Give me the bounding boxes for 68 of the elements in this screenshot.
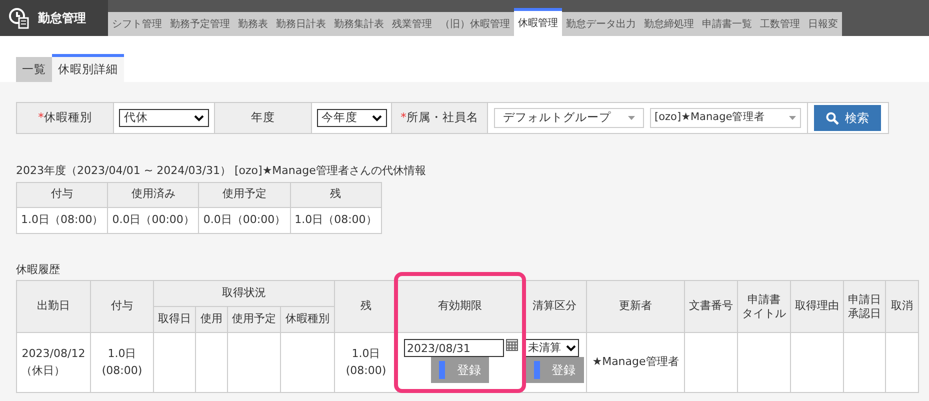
nav-tab[interactable]: 勤怠データ出力 xyxy=(562,12,640,36)
column-header: 申請日 承認日 xyxy=(844,280,886,332)
register-button[interactable]: 登録 xyxy=(431,357,489,383)
column-header: 付与 xyxy=(16,182,108,207)
column-header: 取消 xyxy=(886,280,918,332)
search-icon xyxy=(826,112,839,124)
nav-tab[interactable]: 勤怠締処理 xyxy=(640,12,698,36)
nav-tab[interactable]: 残業管理 xyxy=(388,12,436,36)
column-header: 使用予定 xyxy=(198,182,290,207)
search-button[interactable]: 検索 xyxy=(814,105,881,131)
column-header: 使用 xyxy=(196,306,228,332)
caret-icon xyxy=(194,114,204,122)
nav-tab[interactable]: 勤務予定管理 xyxy=(166,12,234,36)
year-select[interactable]: 今年度 xyxy=(316,109,386,127)
nav-tab[interactable]: 勤務集計表 xyxy=(330,12,388,36)
column-header: 使用済み xyxy=(108,182,199,207)
column-header: 休暇種別 xyxy=(280,306,334,332)
table-cell: 2023/08/12 （休日） xyxy=(16,332,90,392)
sub-tab[interactable]: 休暇別詳細 xyxy=(52,54,124,82)
filter-label: 所属・社員名 xyxy=(406,109,478,126)
group-select[interactable]: デフォルトグループ xyxy=(494,108,644,128)
register-button[interactable]: 登録 xyxy=(526,357,584,383)
nav-tab[interactable]: 申請書一覧 xyxy=(698,12,756,36)
column-header: 取得理由 xyxy=(790,280,844,332)
column-header: 付与 xyxy=(90,280,154,332)
nav-tab[interactable]: シフト管理 xyxy=(108,12,166,36)
nav-tab[interactable]: 勤務日計表 xyxy=(272,12,330,36)
caret-icon xyxy=(789,116,796,120)
history-heading: 休暇履歴 xyxy=(16,262,61,278)
nav-tab[interactable]: 勤務表 xyxy=(234,12,272,36)
table-cell: 1.0日 (08:00) xyxy=(90,332,154,392)
column-header: 使用予定 xyxy=(227,306,281,332)
caret-icon xyxy=(628,116,635,120)
calendar-icon[interactable] xyxy=(506,339,518,351)
leave-type-select[interactable]: 代休 xyxy=(119,109,209,127)
column-header: 文書番号 xyxy=(684,280,738,332)
filter-label: 年度 xyxy=(251,109,275,126)
column-header: 更新者 xyxy=(586,280,684,332)
table-cell: 0.0日（00:00） xyxy=(108,207,199,233)
expiry-date-field[interactable]: 2023/08/31 xyxy=(404,339,504,357)
filter-label: 休暇種別 xyxy=(44,109,92,126)
column-header: 取得日 xyxy=(154,306,196,332)
caret-icon xyxy=(566,344,576,352)
table-cell: 1.0日（08:00） xyxy=(16,207,108,233)
button-accent xyxy=(534,361,540,379)
settlement-select[interactable]: 未清算 xyxy=(525,339,579,357)
employee-select[interactable]: [ozo]★Manage管理者 xyxy=(650,108,801,128)
table-cell: ★Manage管理者 xyxy=(586,332,684,392)
nav-tab[interactable]: 工数管理 xyxy=(756,12,804,36)
nav-tab[interactable]: （旧）休暇管理 xyxy=(436,12,514,36)
caret-icon xyxy=(372,114,382,122)
column-header: 申請書 タイトル xyxy=(738,280,790,332)
nav-tab[interactable]: 日報変 xyxy=(804,12,842,36)
column-header: 残 xyxy=(290,182,382,207)
table-cell: 1.0日（08:00） xyxy=(290,207,382,233)
table-cell: 0.0日（00:00） xyxy=(198,207,290,233)
required-mark: * xyxy=(38,109,44,126)
column-header: 出勤日 xyxy=(16,280,90,332)
app-title: 勤怠管理 xyxy=(38,10,86,27)
summary-heading: 2023年度（2023/04/01 ~ 2024/03/31） [ozo]★Manage管理者さんの代休情報 xyxy=(16,163,427,179)
table-cell: 1.0日 (08:00) xyxy=(334,332,398,392)
clock-document-icon xyxy=(8,7,30,29)
required-mark: * xyxy=(400,109,406,126)
column-header: 取得状況 xyxy=(154,280,334,306)
sub-tab[interactable]: 一覧 xyxy=(16,57,52,82)
button-accent xyxy=(439,361,445,379)
column-header: 有効期限 xyxy=(398,280,522,332)
nav-tab[interactable]: 休暇管理 xyxy=(514,8,562,36)
